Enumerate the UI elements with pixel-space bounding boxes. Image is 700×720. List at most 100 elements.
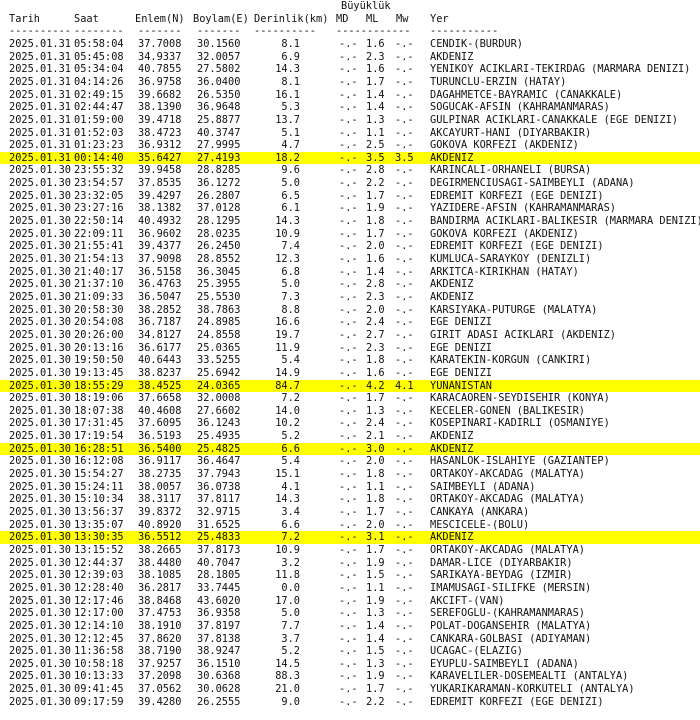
cell-ml: 1.4 (366, 101, 385, 114)
cell-mw: -.- (395, 404, 414, 417)
cell-boylam: 28.0235 (197, 227, 241, 240)
cell-md: -.- (339, 442, 358, 455)
cell-boylam: 37.8173 (197, 543, 241, 556)
cell-saat: 21:09:33 (74, 290, 124, 303)
separator-enlem: ------- (138, 25, 182, 38)
table-row: 2025.01.30 20:26:00 34.8127 24.8558 19.7 -.- 2… (0, 329, 700, 342)
cell-saat: 01:59:00 (74, 113, 124, 126)
table-row: 2025.01.30 22:50:14 40.4932 28.1295 14.3 -.- 1… (0, 215, 700, 228)
table-row: 2025.01.31 01:59:00 39.4718 25.8877 13.7 -.- 1… (0, 114, 700, 127)
separator-yer: ----------- (430, 25, 499, 38)
cell-saat: 13:30:35 (74, 531, 124, 544)
cell-yer: MESCICELE-(BOLU) (430, 518, 530, 531)
cell-saat: 12:44:37 (74, 556, 124, 569)
cell-yer: EGE DENIZI (430, 366, 492, 379)
cell-saat: 20:58:30 (74, 303, 124, 316)
cell-enlem: 36.4763 (138, 278, 182, 291)
cell-ml: 3.1 (366, 531, 385, 544)
cell-derinlik: 5.4 (281, 455, 300, 468)
cell-md: -.- (339, 480, 358, 493)
cell-md: -.- (339, 670, 358, 683)
cell-yer: AKDENIZ (430, 531, 474, 544)
cell-enlem: 38.4525 (138, 379, 182, 392)
cell-saat: 05:45:08 (74, 50, 124, 63)
cell-boylam: 32.9715 (197, 506, 241, 518)
cell-md: -.- (339, 594, 358, 607)
cell-enlem: 37.8620 (138, 632, 182, 645)
cell-enlem: 37.2098 (138, 670, 182, 683)
cell-saat: 12:39:03 (74, 569, 124, 582)
cell-boylam: 36.1510 (197, 657, 241, 670)
cell-saat: 20:13:16 (74, 341, 124, 354)
cell-mw: -.- (395, 594, 414, 607)
cell-yer: YENIKOY ACIKLARI-TEKIRDAG (MARMARA DENIZ… (430, 63, 691, 76)
cell-enlem: 39.4297 (138, 189, 182, 202)
cell-ml: 3.5 (366, 151, 385, 164)
cell-yer: AKCAYURT-HANI (DIYARBAKIR) (430, 126, 592, 139)
cell-yer: CANKAYA (ANKARA) (430, 506, 530, 518)
column-header-enlem: Enlem(N) (135, 12, 185, 25)
cell-enlem: 38.0057 (138, 480, 182, 493)
cell-saat: 19:50:50 (74, 354, 124, 367)
cell-derinlik: 5.0 (281, 607, 300, 620)
cell-tarih: 2025.01.30 (9, 253, 71, 265)
cell-mw: -.- (395, 695, 414, 708)
cell-ml: 2.0 (366, 518, 385, 531)
cell-tarih: 2025.01.31 (9, 151, 71, 164)
cell-saat: 19:13:45 (74, 366, 124, 379)
cell-ml: 1.8 (366, 215, 385, 228)
cell-yer: CENDIK-(BURDUR) (430, 37, 523, 50)
cell-yer: BANDIRMA ACIKLARI-BALIKESIR (MARMARA DEN… (430, 215, 700, 228)
cell-boylam: 28.8552 (197, 253, 241, 265)
cell-ml: 1.1 (366, 126, 385, 139)
cell-yer: SOGUCAK-AFSIN (KAHRAMANMARAS) (430, 101, 610, 114)
cell-ml: 1.5 (366, 569, 385, 582)
column-header-boylam: Boylam(E) (193, 12, 249, 25)
cell-ml: 1.8 (366, 468, 385, 481)
cell-boylam: 25.4825 (197, 442, 241, 455)
cell-derinlik: 88.3 (275, 670, 300, 683)
cell-tarih: 2025.01.30 (9, 657, 71, 670)
cell-ml: 1.9 (366, 594, 385, 607)
cell-ml: 1.7 (366, 189, 385, 202)
cell-md: -.- (339, 543, 358, 556)
cell-yer: YUNANISTAN (430, 379, 492, 392)
cell-md: -.- (339, 569, 358, 582)
table-row-highlighted: 2025.01.31 00:14:40 35.6427 27.4193 18.2 -.- 3… (0, 151, 700, 165)
cell-ml: 2.4 (366, 417, 385, 430)
table-row: 2025.01.30 18:19:06 37.6658 32.0008 7.2 -.- 1.… (0, 392, 700, 405)
cell-boylam: 37.7943 (197, 468, 241, 481)
cell-mw: -.- (395, 240, 414, 253)
table-row: 2025.01.30 09:17:59 39.4280 26.2555 9.0 -.- 2.… (0, 696, 700, 709)
table-row: 2025.01.30 21:09:33 36.5047 25.5530 7.3 -.- 2.… (0, 291, 700, 304)
cell-yer: KARAVELILER-DOSEMEALTI (ANTALYA) (430, 670, 629, 683)
cell-md: -.- (339, 619, 358, 632)
cell-boylam: 36.1272 (197, 177, 241, 190)
table-row: 2025.01.30 16:12:08 36.9117 36.4647 5.4 -.- 2.… (0, 455, 700, 468)
cell-enlem: 37.6095 (138, 417, 182, 430)
cell-yer: SEREFOGLU-(KAHRAMANMARAS) (430, 607, 585, 620)
cell-boylam: 37.8138 (197, 632, 241, 645)
cell-saat: 12:12:45 (74, 632, 124, 645)
separator-saat: -------- (74, 25, 124, 38)
cell-derinlik: 5.0 (281, 177, 300, 190)
cell-mw: -.- (395, 189, 414, 202)
cell-mw: 4.1 (395, 379, 414, 392)
separator-magnitude: ------------ (336, 25, 411, 38)
cell-enlem: 36.9312 (138, 139, 182, 152)
cell-yer: DAGAHMETCE-BAYRAMIC (CANAKKALE) (430, 88, 623, 101)
cell-boylam: 27.4193 (197, 151, 241, 164)
cell-md: -.- (339, 328, 358, 341)
cell-enlem: 38.2665 (138, 543, 182, 556)
cell-boylam: 33.5255 (197, 354, 241, 367)
table-row: 2025.01.30 23:54:57 37.8535 36.1272 5.0 -.- 2.… (0, 177, 700, 190)
cell-yer: AKDENIZ (430, 442, 474, 455)
cell-enlem: 35.6427 (138, 151, 182, 164)
cell-mw: -.- (395, 430, 414, 443)
cell-ml: 2.8 (366, 164, 385, 177)
column-header-row: Tarih Saat Enlem(N) Boylam(E) Derinlik(k… (0, 13, 700, 26)
cell-mw: -.- (395, 455, 414, 468)
cell-boylam: 36.9358 (197, 607, 241, 620)
cell-derinlik: 17.0 (275, 594, 300, 607)
cell-saat: 10:13:33 (74, 670, 124, 683)
